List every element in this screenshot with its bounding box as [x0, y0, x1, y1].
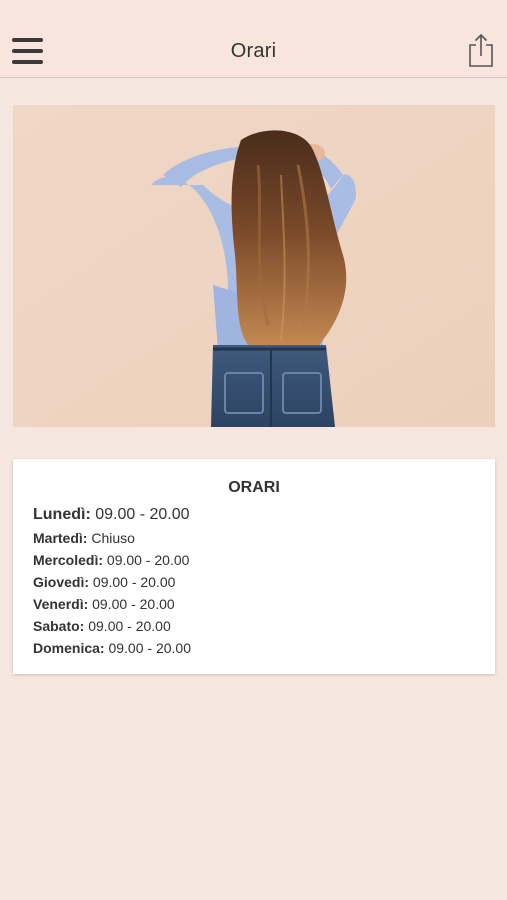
hours-row-friday: Venerdì: 09.00 - 20.00	[33, 593, 475, 615]
hours-value: 09.00 - 20.00	[106, 552, 190, 568]
hours-value: 09.00 - 20.00	[95, 506, 190, 523]
hours-row-wednesday: Mercoledì: 09.00 - 20.00	[33, 549, 475, 571]
day-label: Martedì:	[33, 530, 88, 546]
day-label: Venerdì:	[33, 596, 89, 612]
hours-value: 09.00 - 20.00	[92, 574, 176, 590]
hours-row-saturday: Sabato: 09.00 - 20.00	[33, 615, 475, 637]
woman-hair-photo	[13, 105, 495, 427]
day-label: Lunedì:	[33, 506, 91, 523]
top-bar: Orari	[0, 0, 507, 78]
share-icon[interactable]	[467, 32, 495, 68]
hours-value: 09.00 - 20.00	[92, 596, 175, 612]
hours-value: 09.00 - 20.00	[88, 618, 171, 634]
hours-title: ORARI	[228, 479, 280, 496]
hero-image	[13, 105, 495, 427]
hours-row-sunday: Domenica: 09.00 - 20.00	[33, 637, 475, 659]
hours-card: ORARI Lunedì: 09.00 - 20.00 Martedì: Chi…	[13, 459, 495, 674]
day-label: Giovedì:	[33, 574, 90, 590]
day-label: Domenica:	[33, 640, 105, 656]
hours-value: Chiuso	[91, 530, 135, 546]
hours-row-thursday: Giovedì: 09.00 - 20.00	[33, 571, 475, 593]
hours-row-monday: Lunedì: 09.00 - 20.00	[33, 505, 475, 525]
hours-row-tuesday: Martedì: Chiuso	[33, 527, 475, 549]
page-title: Orari	[230, 40, 277, 62]
day-label: Mercoledì:	[33, 552, 104, 568]
hours-value: 09.00 - 20.00	[108, 640, 191, 656]
day-label: Sabato:	[33, 618, 85, 634]
